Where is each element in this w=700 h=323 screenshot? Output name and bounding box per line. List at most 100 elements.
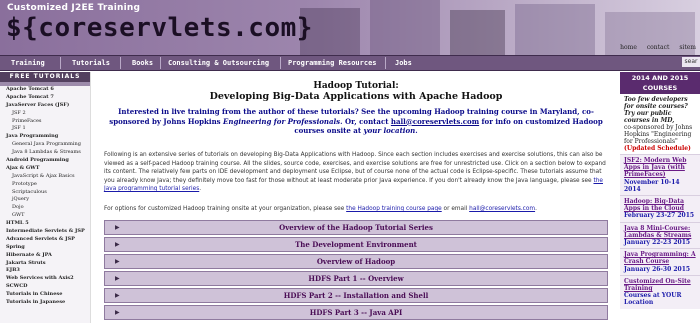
section-label: HDFS Part 2 -- Installation and Shell: [283, 291, 429, 300]
sidebar-item[interactable]: JavaScript & Ajax Basics: [0, 173, 90, 181]
course-item[interactable]: Hadoop: Big-Data Apps in the Cloud Februa…: [620, 195, 700, 222]
section-hdfs-2[interactable]: ▶ HDFS Part 2 -- Installation and Shell: [104, 288, 608, 303]
promo-email-link[interactable]: hall@coreservlets.com: [391, 117, 479, 126]
sidebar-item[interactable]: Scriptaculous: [0, 189, 90, 197]
section-overview-series[interactable]: ▶ Overview of the Hadoop Tutorial Series: [104, 220, 608, 235]
section-hdfs-1[interactable]: ▶ HDFS Part 1 -- Overview: [104, 271, 608, 286]
courses-heading: 2014 AND 2015 COURSES: [620, 72, 700, 94]
section-label: HDFS Part 1 -- Overview: [308, 274, 404, 283]
sidebar-item[interactable]: General Java Programming: [0, 141, 90, 149]
sidebar-item[interactable]: Tutorials in Japanese: [0, 299, 90, 307]
nav-consulting[interactable]: Consulting & Outsourcing: [168, 56, 269, 70]
promo-line: Too few developers for onsite courses? T…: [624, 96, 688, 124]
nav-tutorials[interactable]: Tutorials: [72, 56, 110, 70]
sidebar-item[interactable]: Intermediate Servlets & JSP: [0, 228, 90, 236]
promo-location: your location: [363, 126, 416, 135]
promo-text: .: [415, 126, 418, 135]
email-link[interactable]: hall@coreservlets.com: [469, 206, 535, 212]
intro-text: Following is an extensive series of tuto…: [104, 152, 606, 184]
course-item[interactable]: Java Programming: A Crash Course January …: [620, 248, 700, 275]
course-date: February 23-27 2015: [624, 212, 695, 220]
nav-separator: [280, 57, 281, 69]
sidebar-item[interactable]: Spring: [0, 244, 90, 252]
course-date: Courses at YOUR Location: [624, 292, 682, 307]
section-development-environment[interactable]: ▶ The Development Environment: [104, 237, 608, 252]
sidebar-list: Apache Tomcat 6 Apache Tomcat 7 JavaServer…: [0, 86, 90, 307]
course-title[interactable]: Customized On-Site Training: [624, 278, 696, 292]
promo-cosponsor: co-sponsored by Johns Hopkins "Engineeri…: [624, 124, 693, 145]
search-box[interactable]: sear: [682, 57, 700, 67]
course-title[interactable]: Hadoop: Big-Data Apps in the Cloud: [624, 198, 696, 212]
onsite-text: or email: [441, 206, 470, 212]
sidebar-item[interactable]: Hibernate & JPA: [0, 252, 90, 260]
course-title[interactable]: Java Programming: A Crash Course: [624, 251, 696, 265]
brand-tagline: Customized J2EE Training: [7, 3, 141, 13]
sidebar-item[interactable]: GWT: [0, 212, 90, 220]
course-date: January 22-23 2015: [624, 239, 691, 247]
course-list: JSF2: Modern Web Apps in Java (with Prim…: [620, 154, 700, 309]
section-overview-hadoop[interactable]: ▶ Overview of Hadoop: [104, 254, 608, 269]
sidebar-item[interactable]: HTML 5: [0, 220, 90, 228]
course-item[interactable]: Customized On-Site Training Courses at YO…: [620, 274, 700, 309]
sidebar-item[interactable]: Advanced Servlets & JSP: [0, 236, 90, 244]
sidebar-item[interactable]: Java Programming: [0, 133, 90, 141]
promo-text: . Or, contact: [340, 116, 391, 126]
nav-training[interactable]: Training: [11, 56, 45, 70]
intro-paragraph: Following is an extensive series of tuto…: [104, 151, 608, 194]
sitemap-link[interactable]: sitem: [679, 44, 696, 51]
public-courses-promo: Too few developers for onsite courses? T…: [620, 94, 700, 154]
course-date: January 26-30 2015: [624, 265, 691, 273]
sidebar-item[interactable]: Dojo: [0, 204, 90, 212]
intro-text: .: [199, 186, 202, 192]
sidebar-item[interactable]: Apache Tomcat 6: [0, 86, 90, 94]
home-link[interactable]: home: [620, 44, 637, 51]
sidebar-item[interactable]: Tutorials in Chinese: [0, 291, 90, 299]
nav-programming-resources[interactable]: Programming Resources: [288, 56, 377, 70]
contact-link[interactable]: contact: [647, 44, 670, 51]
nav-jobs[interactable]: Jobs: [395, 56, 412, 70]
right-sidebar: 2014 AND 2015 COURSES Too few developers…: [620, 72, 700, 323]
sidebar-item[interactable]: Prototype: [0, 181, 90, 189]
nav-separator: [120, 57, 121, 69]
section-hdfs-3[interactable]: ▶ HDFS Part 3 -- Java API: [104, 305, 608, 320]
section-label: The Development Environment: [295, 240, 417, 249]
sidebar-item[interactable]: Apache Tomcat 7: [0, 94, 90, 102]
hadoop-course-link[interactable]: the Hadoop training course page: [346, 206, 442, 212]
header-banner: Customized J2EE Training ${coreservlets.…: [0, 0, 700, 55]
nav-separator: [160, 57, 161, 69]
onsite-text: .: [535, 206, 537, 212]
course-title[interactable]: Java 8 Mini-Course: Lambdas & Streams: [624, 225, 696, 239]
course-item[interactable]: Java 8 Mini-Course: Lambdas & Streams Jan…: [620, 221, 700, 249]
sidebar-item[interactable]: jQuery: [0, 196, 90, 204]
sidebar-item[interactable]: SCWCD: [0, 283, 90, 291]
sidebar-item[interactable]: JSF 2: [0, 110, 90, 118]
sidebar-item[interactable]: Java 8 Lambdas & Streams: [0, 149, 90, 157]
sidebar-item[interactable]: Jakarta Struts: [0, 260, 90, 268]
sidebar-item[interactable]: JavaServer Faces (JSF): [0, 102, 90, 110]
nav-separator: [385, 57, 386, 69]
sidebar-item[interactable]: EJB3: [0, 267, 90, 275]
section-label: Overview of Hadoop: [316, 257, 396, 266]
sidebar-heading: FREE TUTORIALS: [0, 72, 90, 82]
promo-emphasis: Engineering for Professionals: [223, 116, 341, 126]
page-subtitle: Developing Big-Data Applications with Ap…: [209, 91, 503, 102]
nav-books[interactable]: Books: [132, 56, 153, 70]
main-nav: Training Tutorials Books Consulting & Ou…: [0, 55, 700, 71]
nav-separator: [60, 57, 61, 69]
page-title: Hadoop Tutorial:: [313, 81, 399, 91]
course-item[interactable]: JSF2: Modern Web Apps in Java (with Prim…: [620, 154, 700, 196]
left-sidebar: FREE TUTORIALS Apache Tomcat 6 Apache Tom…: [0, 72, 91, 323]
sidebar-item[interactable]: Android Programming: [0, 157, 90, 165]
sidebar-item[interactable]: JSF 1: [0, 125, 90, 133]
updated-schedule-link[interactable]: (Updated Schedule): [624, 145, 696, 152]
section-label: HDFS Part 3 -- Java API: [309, 308, 403, 317]
course-title[interactable]: JSF2: Modern Web Apps in Java (with Prim…: [624, 157, 696, 179]
section-label: Overview of the Hadoop Tutorial Series: [279, 223, 433, 232]
training-promo: Interested in live training from the aut…: [106, 107, 606, 136]
course-date: November 10-14 2014: [624, 178, 680, 193]
site-logo[interactable]: ${coreservlets.com}: [6, 13, 313, 43]
sidebar-item[interactable]: Ajax & GWT: [0, 165, 90, 173]
sidebar-item[interactable]: PrimeFaces: [0, 118, 90, 126]
sidebar-item[interactable]: Web Services with Axis2: [0, 275, 90, 283]
top-links: home contact sitem: [612, 44, 696, 51]
